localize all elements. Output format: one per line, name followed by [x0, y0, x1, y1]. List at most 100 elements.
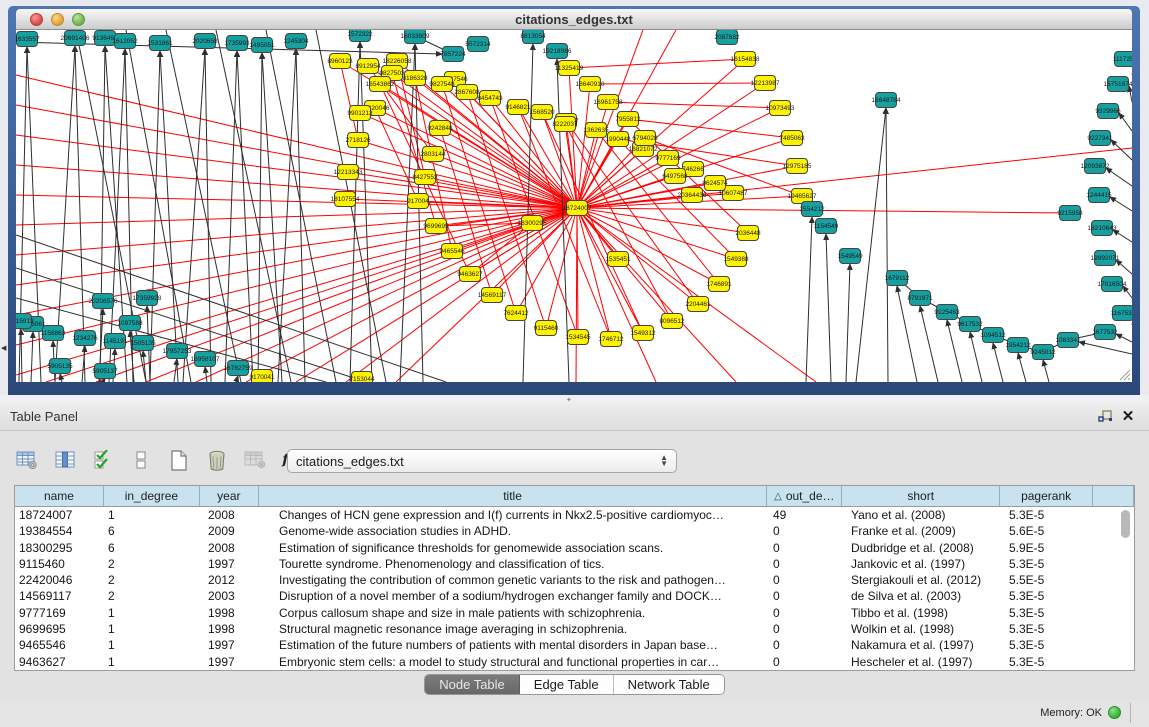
graph-node[interactable]: 1244415 [1086, 188, 1112, 203]
graph-node[interactable]: 8454743 [477, 91, 503, 106]
table-row[interactable]: 977716911998Corpus callosum shape and si… [15, 605, 1134, 621]
graph-node[interactable]: 17016504 [1098, 277, 1127, 292]
graph-node[interactable]: 8912954 [355, 59, 381, 74]
table-cell[interactable]: 1 [104, 637, 200, 653]
table-cell[interactable]: Yano et al. (2008) [843, 507, 1001, 523]
graph-node[interactable]: 10973493 [766, 101, 795, 116]
table-cell[interactable]: 0 [768, 654, 843, 670]
graph-node[interactable]: 20206576 [89, 294, 118, 309]
table-cell[interactable]: Disruption of a novel member of a sodium… [259, 588, 768, 604]
table-cell[interactable]: 1 [104, 654, 200, 670]
graph-node[interactable]: 1677532 [1092, 325, 1118, 340]
table-cell[interactable]: 49 [768, 507, 843, 523]
table-cell[interactable]: 0 [768, 621, 843, 637]
graph-node[interactable]: 8427552 [412, 170, 438, 185]
graph-edge[interactable] [886, 108, 888, 382]
table-cell[interactable]: 19384554 [15, 523, 104, 539]
graph-node[interactable]: 7485063 [779, 131, 805, 146]
graph-node[interactable]: 9125463 [934, 305, 960, 320]
graph-node[interactable]: 3915912 [16, 314, 34, 329]
select-all-button[interactable] [90, 447, 116, 473]
graph-node[interactable]: 917004 [407, 194, 429, 209]
graph-edge[interactable] [1116, 260, 1132, 274]
table-cell[interactable]: de Silva et al. (2003) [843, 588, 1001, 604]
graph-node[interactable]: 9463627 [457, 267, 483, 282]
table-cell[interactable]: 0 [768, 556, 843, 572]
graph-edge[interactable] [546, 208, 577, 328]
graph-edge[interactable] [846, 264, 850, 382]
close-window-button[interactable] [30, 13, 43, 26]
graph-edge[interactable] [1043, 360, 1049, 382]
column-header-year[interactable]: year [200, 486, 259, 506]
column-header-in_degree[interactable]: in_degree [104, 486, 200, 506]
graph-node[interactable]: 1549388 [723, 252, 749, 267]
graph-edge[interactable] [993, 343, 1003, 382]
table-cell[interactable]: 18724007 [15, 507, 104, 523]
graph-edge[interactable] [21, 329, 22, 382]
panel-collapse-arrow[interactable]: ◀ [1, 344, 6, 352]
graph-edge[interactable] [183, 49, 205, 382]
table-cell[interactable]: 1 [104, 507, 200, 523]
graph-edge[interactable] [16, 208, 577, 345]
table-cell[interactable]: 9465546 [15, 637, 104, 653]
table-cell[interactable]: 9777169 [15, 605, 104, 621]
graph-node[interactable]: 16782759 [224, 361, 253, 376]
graph-edge[interactable] [1110, 197, 1132, 211]
graph-node[interactable]: 11325419 [555, 61, 584, 76]
graph-edge[interactable] [577, 208, 643, 333]
show-columns-button[interactable] [52, 447, 78, 473]
graph-edge[interactable] [105, 46, 127, 382]
graph-node[interactable]: 1154549 [814, 219, 839, 234]
graph-edge[interactable] [920, 306, 938, 382]
graph-node[interactable]: 9215958 [1057, 206, 1083, 221]
table-cell[interactable]: Jankovic et al. (1997) [843, 556, 1001, 572]
graph-edge[interactable] [577, 208, 656, 382]
graph-node[interactable]: 16154838 [731, 52, 760, 67]
table-cell[interactable]: 5.3E-5 [1001, 556, 1094, 572]
table-cell[interactable]: 1997 [200, 556, 259, 572]
graph-edge[interactable] [143, 351, 146, 382]
graph-edge[interactable] [278, 49, 296, 382]
column-header-short[interactable]: short [842, 486, 1000, 506]
table-row[interactable]: 946554611997Estimation of the future num… [15, 637, 1134, 653]
graph-node[interactable]: 9901213 [347, 106, 373, 121]
graph-node[interactable]: 20691406 [61, 31, 90, 46]
table-cell[interactable]: 2009 [200, 523, 259, 539]
graph-node[interactable]: 1156863 [41, 326, 66, 341]
graph-node[interactable]: 2020658 [192, 34, 218, 49]
graph-edge[interactable] [125, 49, 133, 382]
graph-node[interactable]: 8791971 [907, 291, 933, 306]
graph-node[interactable]: 16958107 [191, 352, 220, 367]
table-cell[interactable]: Corpus callosum shape and size in male p… [259, 605, 768, 621]
graph-node[interactable]: 1549549 [837, 249, 863, 264]
graph-edge[interactable] [60, 374, 62, 382]
graph-edge[interactable] [205, 367, 207, 382]
graph-node[interactable]: 20364436 [678, 188, 707, 203]
graph-node[interactable]: 9777169 [655, 151, 681, 166]
graph-node[interactable]: 18107554 [331, 192, 360, 207]
table-row[interactable]: 2242004622012Investigating the contribut… [15, 572, 1134, 588]
graph-node[interactable]: 9617532 [957, 317, 983, 332]
graph-node[interactable]: 5905135 [47, 359, 73, 374]
clear-selection-button[interactable] [128, 447, 154, 473]
table-cell[interactable]: 5.6E-5 [1001, 523, 1094, 539]
graph-node[interactable]: 1531861 [147, 36, 173, 51]
graph-edge[interactable] [1116, 334, 1132, 342]
graph-node[interactable]: 1145191 [103, 334, 128, 349]
table-cell[interactable]: Investigating the contribution of common… [259, 572, 768, 588]
graph-edge[interactable] [577, 208, 578, 337]
graph-edge[interactable] [970, 332, 982, 382]
column-header-title[interactable]: title [259, 486, 768, 506]
graph-node[interactable]: 17359928 [133, 291, 162, 306]
graph-node[interactable]: 2867608 [454, 85, 480, 100]
table-cell[interactable]: Genome-wide association studies in ADHD. [259, 523, 768, 539]
table-cell[interactable]: 1998 [200, 605, 259, 621]
graph-node[interactable]: 1245304 [283, 34, 309, 49]
table-cell[interactable]: Hescheler et al. (1997) [843, 654, 1001, 670]
graph-node[interactable]: 9242848 [427, 121, 453, 136]
table-row[interactable]: 1938455462009Genome-wide association stu… [15, 523, 1134, 539]
table-cell[interactable]: Franke et al. (2009) [843, 523, 1001, 539]
graph-node[interactable]: 15751874 [1104, 77, 1132, 92]
graph-node[interactable]: 5905137 [92, 364, 118, 379]
graph-edge[interactable] [826, 234, 831, 382]
